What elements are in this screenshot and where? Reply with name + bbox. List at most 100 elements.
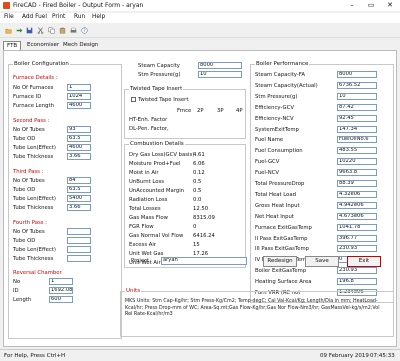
efficiency-gcv-value[interactable]: 87.42 xyxy=(337,103,377,111)
fourth-pass-tubes-field[interactable] xyxy=(67,228,91,235)
twisted-tape-checkbox[interactable] xyxy=(131,97,136,102)
dry-gas-loss-gcv-basis-value: 4.61 xyxy=(193,152,205,158)
boiler-configuration-title: Boiler Configuration xyxy=(13,61,70,67)
fgr-flow-label: FGR Flow xyxy=(129,224,154,230)
units-title: Units xyxy=(125,288,142,294)
tab-ftb[interactable]: FTB xyxy=(3,41,22,50)
fourth-pass-title: Fourth Pass : xyxy=(13,220,47,226)
fuel-name-label: Fuel Name xyxy=(255,137,284,144)
gas-normal-vol-flow-value: 6416.24 xyxy=(193,233,215,239)
reversal-length-field[interactable]: 600 xyxy=(49,296,73,303)
reversal-length-label: Length xyxy=(13,297,32,303)
folder-icon[interactable] xyxy=(5,27,12,34)
fuel-ncv-value[interactable]: 9663.8 xyxy=(337,169,377,177)
iii-pass-exitgastemp-value[interactable]: 230.93 xyxy=(337,245,377,253)
furnace-count-field[interactable]: 1 xyxy=(67,84,91,91)
gas-mass-flow-label: Gas Mass Flow xyxy=(129,215,168,221)
systemexittemp-value[interactable]: 147.34 xyxy=(337,125,377,133)
third-pass-tubes-field[interactable]: 84 xyxy=(67,177,91,184)
total-pressuredrop-value[interactable]: 88.39 xyxy=(337,180,377,187)
second-pass-length-field[interactable]: 4600 xyxy=(67,144,91,151)
units-group: Units MKS Units: Stm Cap-Kg/hr; Stm Pres… xyxy=(120,288,394,337)
fourth-pass-thickness-field[interactable] xyxy=(67,255,91,262)
reversal-chamber-title: Reversal Chamber xyxy=(13,270,62,276)
status-time: 07:45:33 xyxy=(370,353,395,359)
second-pass-thickness-field[interactable]: 3.66 xyxy=(67,153,91,160)
menu-add-fuel[interactable]: Add Fuel xyxy=(22,14,47,20)
arrow-right-icon[interactable] xyxy=(16,27,23,34)
third-pass-tubes-label: No Of Tubes xyxy=(13,178,45,184)
project-name-field[interactable]: aryan xyxy=(161,257,247,265)
gross-heat-input-value[interactable]: 4.942e06 xyxy=(337,201,377,209)
dry-gas-loss-gcv-basis-label: Dry Gas Loss(GCV basis) xyxy=(129,152,195,158)
third-pass-od-field[interactable]: 63.5 xyxy=(67,186,91,193)
steam-capacity-actual-value[interactable]: 6736.52 xyxy=(337,81,377,89)
net-heat-input-value[interactable]: 4.673e06 xyxy=(337,212,377,220)
second-pass-od-field[interactable]: 63.5 xyxy=(67,135,91,142)
reversal-id-field[interactable]: 1692.08 xyxy=(49,287,73,294)
close-button[interactable]: ✕ xyxy=(380,0,400,11)
ii-pass-exitgastemp-value[interactable]: 396.77 xyxy=(337,234,377,242)
furnace-count-label: No Of Furnaces xyxy=(13,85,54,91)
help-icon[interactable]: ? xyxy=(81,27,88,34)
twisted-col-3p: 3P xyxy=(217,108,224,114)
fgr-flow-value: 0 xyxy=(193,224,197,230)
furnace-length-field[interactable]: 4600 xyxy=(67,102,91,109)
third-pass-thickness-field[interactable]: 3.66 xyxy=(67,204,91,211)
redesign-button[interactable]: Redesign xyxy=(263,256,297,267)
steam-pressure-field[interactable]: 10 xyxy=(198,71,242,78)
furnace-exitgastemp-value[interactable]: 1041.78 xyxy=(337,223,377,231)
firecad-app-icon xyxy=(3,2,10,9)
second-pass-title: Second Pass : xyxy=(13,118,50,124)
systemexittemp-label: SystemExitTemp xyxy=(255,126,299,133)
paste-icon[interactable] xyxy=(59,27,66,34)
fuel-consumption-value[interactable]: 483.55 xyxy=(337,147,377,155)
fuel-name-value[interactable]: FuelOilNo.6 xyxy=(337,136,377,144)
furnace-id-field[interactable]: 1024 xyxy=(67,93,91,100)
print-icon[interactable] xyxy=(70,27,77,34)
combustion-details-title: Combustion Details xyxy=(129,141,185,147)
twisted-tape-group: Twisted Tape Insert Twisted Tape Insert … xyxy=(124,86,246,139)
save-icon[interactable] xyxy=(26,27,33,34)
boiler-exitgastemp-value[interactable]: 230.93 xyxy=(337,267,377,275)
fuel-gcv-label: Fuel-GCV xyxy=(255,159,280,166)
tab-mech-design[interactable]: Mech Design xyxy=(60,41,101,50)
cut-icon[interactable] xyxy=(37,27,44,34)
third-pass-length-field[interactable]: 5400 xyxy=(67,195,91,202)
moisture-prod-fuel-value: 6.06 xyxy=(193,161,205,167)
steam-pressure-label: Stm Pressure(g) xyxy=(138,72,181,78)
copy-icon[interactable] xyxy=(48,27,55,34)
total-heat-load-label: Total Heat Load xyxy=(255,191,297,198)
steam-capacity-fa-value[interactable]: 8000 xyxy=(337,71,377,78)
fourth-pass-od-field[interactable] xyxy=(67,237,91,244)
tab-economiser[interactable]: Economiser xyxy=(24,41,62,50)
fourth-pass-length-field[interactable] xyxy=(67,246,91,253)
boiler-performance-title: Boiler Performance xyxy=(255,61,310,67)
output-panel: Boiler Configuration Furnace Details : N… xyxy=(3,50,397,347)
minimize-button[interactable]: – xyxy=(342,0,362,11)
steam-capacity-field[interactable]: 8000 xyxy=(198,62,242,69)
reversal-count-field[interactable]: 1 xyxy=(49,278,73,285)
radiation-loss-label: Radiation Loss xyxy=(129,197,168,203)
status-help-text: For Help, Press Ctrl+H xyxy=(4,353,66,359)
heating-surface-area-value[interactable]: 196.8 xyxy=(337,278,377,286)
efficiency-ncv-value[interactable]: 92.45 xyxy=(337,114,377,122)
third-pass-length-label: Tube Len(Effect) xyxy=(13,196,56,202)
menu-run[interactable]: Run xyxy=(74,14,85,20)
unburnt-loss-value: 0.5 xyxy=(193,179,202,185)
project-label: Project xyxy=(131,258,150,264)
menu-file[interactable]: File xyxy=(4,14,14,20)
menu-print[interactable]: Print xyxy=(52,14,65,20)
fuel-gcv-value[interactable]: 10220 xyxy=(337,158,377,166)
stm-pressure-g-value[interactable]: 10 xyxy=(337,92,377,100)
unburnt-loss-label: UnBurnt Loss xyxy=(129,179,165,185)
exit-button[interactable]: Exit xyxy=(347,256,381,267)
total-heat-load-value[interactable]: 4.32e06 xyxy=(337,190,377,198)
maximize-button[interactable]: ▭ xyxy=(361,0,381,11)
iii-pass-exitgastemp-label: III Pass ExitGasTemp xyxy=(255,246,310,253)
save-button[interactable]: Save xyxy=(305,256,339,267)
heating-surface-area-label: Heating Surface Area xyxy=(255,279,312,286)
steam-capacity-actual-label: Steam Capacity(Actual) xyxy=(255,82,318,89)
menu-help[interactable]: Help xyxy=(92,14,105,20)
second-pass-tubes-field[interactable]: 93 xyxy=(67,126,91,133)
